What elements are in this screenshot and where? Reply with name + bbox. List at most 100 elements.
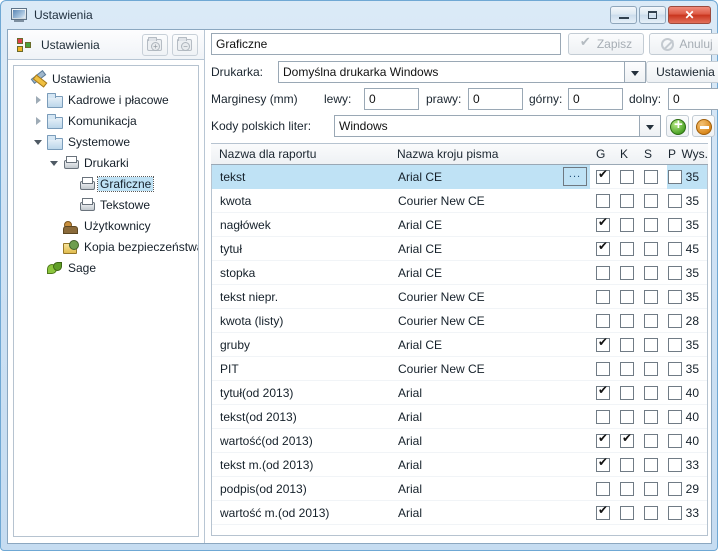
cell-italic[interactable] xyxy=(616,189,640,213)
cell-bold[interactable] xyxy=(592,453,616,477)
column-header-g[interactable]: G xyxy=(596,144,605,165)
cell-report-name[interactable]: tekst m.(od 2013) xyxy=(212,453,390,477)
cell-font-picker[interactable] xyxy=(560,189,590,213)
table-row[interactable]: podpis(od 2013) Arial 29 xyxy=(212,477,707,501)
bold-checkbox[interactable] xyxy=(596,362,610,376)
cell-height[interactable]: 33 xyxy=(667,501,707,525)
polish-codes-dropdown-button[interactable] xyxy=(640,115,661,137)
italic-checkbox[interactable] xyxy=(620,458,634,472)
cell-font-name[interactable]: Arial xyxy=(390,501,560,525)
delete-folder-button[interactable]: − xyxy=(172,34,198,56)
strikethrough-checkbox[interactable] xyxy=(644,482,658,496)
cell-strikethrough[interactable] xyxy=(640,261,664,285)
cell-report-name[interactable]: nagłówek xyxy=(212,213,390,237)
cell-report-name[interactable]: kwota (listy) xyxy=(212,309,390,333)
cell-font-picker[interactable] xyxy=(560,405,590,429)
cell-italic[interactable] xyxy=(616,357,640,381)
cancel-button[interactable]: Anuluj xyxy=(649,33,718,55)
cell-font-name[interactable]: Courier New CE xyxy=(390,189,560,213)
strikethrough-checkbox[interactable] xyxy=(644,506,658,520)
add-folder-button[interactable]: + xyxy=(142,34,168,56)
cell-height[interactable]: 33 xyxy=(667,453,707,477)
cell-report-name[interactable]: gruby xyxy=(212,333,390,357)
chevron-down-icon[interactable] xyxy=(48,156,62,170)
bold-checkbox[interactable] xyxy=(596,215,610,232)
tree-item-kopia-bezpiecze-stwa[interactable]: Kopia bezpieczeństwa xyxy=(14,236,198,257)
profile-name-input[interactable] xyxy=(211,33,561,55)
italic-checkbox[interactable] xyxy=(620,194,634,208)
table-row[interactable]: nagłówekArial CE 35 xyxy=(212,213,707,237)
cell-report-name[interactable]: stopka xyxy=(212,261,390,285)
cell-font-picker[interactable] xyxy=(560,213,590,237)
cell-strikethrough[interactable] xyxy=(640,189,664,213)
cell-bold[interactable] xyxy=(592,357,616,381)
table-row[interactable]: kwota Courier New CE 35 xyxy=(212,189,707,213)
cell-height[interactable]: 45 xyxy=(667,237,707,261)
cell-strikethrough[interactable] xyxy=(640,453,664,477)
cell-bold[interactable] xyxy=(592,165,616,189)
cell-report-name[interactable]: kwota xyxy=(212,189,390,213)
cell-height[interactable]: 29 xyxy=(667,477,707,501)
cell-strikethrough[interactable] xyxy=(640,285,664,309)
italic-checkbox[interactable] xyxy=(620,386,634,400)
cell-height[interactable]: 35 xyxy=(667,189,707,213)
cell-italic[interactable] xyxy=(616,453,640,477)
table-row[interactable]: PIT Courier New CE 35 xyxy=(212,357,707,381)
strikethrough-checkbox[interactable] xyxy=(644,170,658,184)
minimize-button[interactable] xyxy=(610,6,637,24)
italic-checkbox[interactable] xyxy=(620,506,634,520)
bold-checkbox[interactable] xyxy=(596,503,610,520)
bold-checkbox[interactable] xyxy=(596,383,610,400)
cell-font-name[interactable]: Arial CE xyxy=(390,333,560,357)
cell-height[interactable]: 28 xyxy=(667,309,707,333)
strikethrough-checkbox[interactable] xyxy=(644,314,658,328)
cell-height[interactable]: 40 xyxy=(667,381,707,405)
cell-font-picker[interactable] xyxy=(560,501,590,525)
cell-strikethrough[interactable] xyxy=(640,477,664,501)
cell-strikethrough[interactable] xyxy=(640,429,664,453)
column-header-k[interactable]: K xyxy=(620,144,628,165)
bold-checkbox[interactable] xyxy=(596,410,610,424)
cell-report-name[interactable]: wartość m.(od 2013) xyxy=(212,501,390,525)
cell-font-name[interactable]: Arial xyxy=(390,405,560,429)
table-row[interactable]: kwota (listy) Courier New CE 28 xyxy=(212,309,707,333)
cell-height[interactable]: 35 xyxy=(667,357,707,381)
italic-checkbox[interactable] xyxy=(620,314,634,328)
column-header-font[interactable]: Nazwa kroju pisma xyxy=(397,144,498,165)
cell-height[interactable]: 35 xyxy=(667,165,707,189)
italic-checkbox[interactable] xyxy=(620,410,634,424)
cell-font-name[interactable]: Arial CE xyxy=(390,213,560,237)
cell-font-picker[interactable]: ... xyxy=(560,165,590,189)
cell-bold[interactable] xyxy=(592,213,616,237)
strikethrough-checkbox[interactable] xyxy=(644,362,658,376)
cell-bold[interactable] xyxy=(592,309,616,333)
cell-italic[interactable] xyxy=(616,405,640,429)
cell-font-picker[interactable] xyxy=(560,309,590,333)
italic-checkbox[interactable] xyxy=(620,170,634,184)
table-row[interactable]: tekst m.(od 2013)Arial 33 xyxy=(212,453,707,477)
settings-tree[interactable]: Ustawienia Kadrowe i płacowe Komunikacja Sy… xyxy=(13,65,199,537)
strikethrough-checkbox[interactable] xyxy=(644,290,658,304)
strikethrough-checkbox[interactable] xyxy=(644,194,658,208)
column-header-name[interactable]: Nazwa dla raportu xyxy=(219,144,316,165)
cell-italic[interactable] xyxy=(616,333,640,357)
add-row-button[interactable] xyxy=(666,115,689,137)
tree-item-u-ytkownicy[interactable]: Użytkownicy xyxy=(14,215,198,236)
cell-font-name[interactable]: Arial xyxy=(390,453,560,477)
cell-report-name[interactable]: podpis(od 2013) xyxy=(212,477,390,501)
maximize-button[interactable] xyxy=(639,6,666,24)
cell-bold[interactable] xyxy=(592,237,616,261)
strikethrough-checkbox[interactable] xyxy=(644,218,658,232)
bold-checkbox[interactable] xyxy=(596,455,610,472)
bold-checkbox[interactable] xyxy=(596,431,610,448)
cell-font-name[interactable]: Arial CE xyxy=(390,165,560,189)
italic-checkbox[interactable] xyxy=(620,242,634,256)
column-header-wys[interactable]: Wys. xyxy=(670,144,708,165)
cell-height[interactable]: 40 xyxy=(667,405,707,429)
cell-font-name[interactable]: Arial xyxy=(390,429,560,453)
cell-height[interactable]: 40 xyxy=(667,429,707,453)
chevron-down-icon[interactable] xyxy=(32,135,46,149)
cell-bold[interactable] xyxy=(592,381,616,405)
tree-item-drukarki[interactable]: Drukarki xyxy=(14,152,198,173)
cell-strikethrough[interactable] xyxy=(640,501,664,525)
